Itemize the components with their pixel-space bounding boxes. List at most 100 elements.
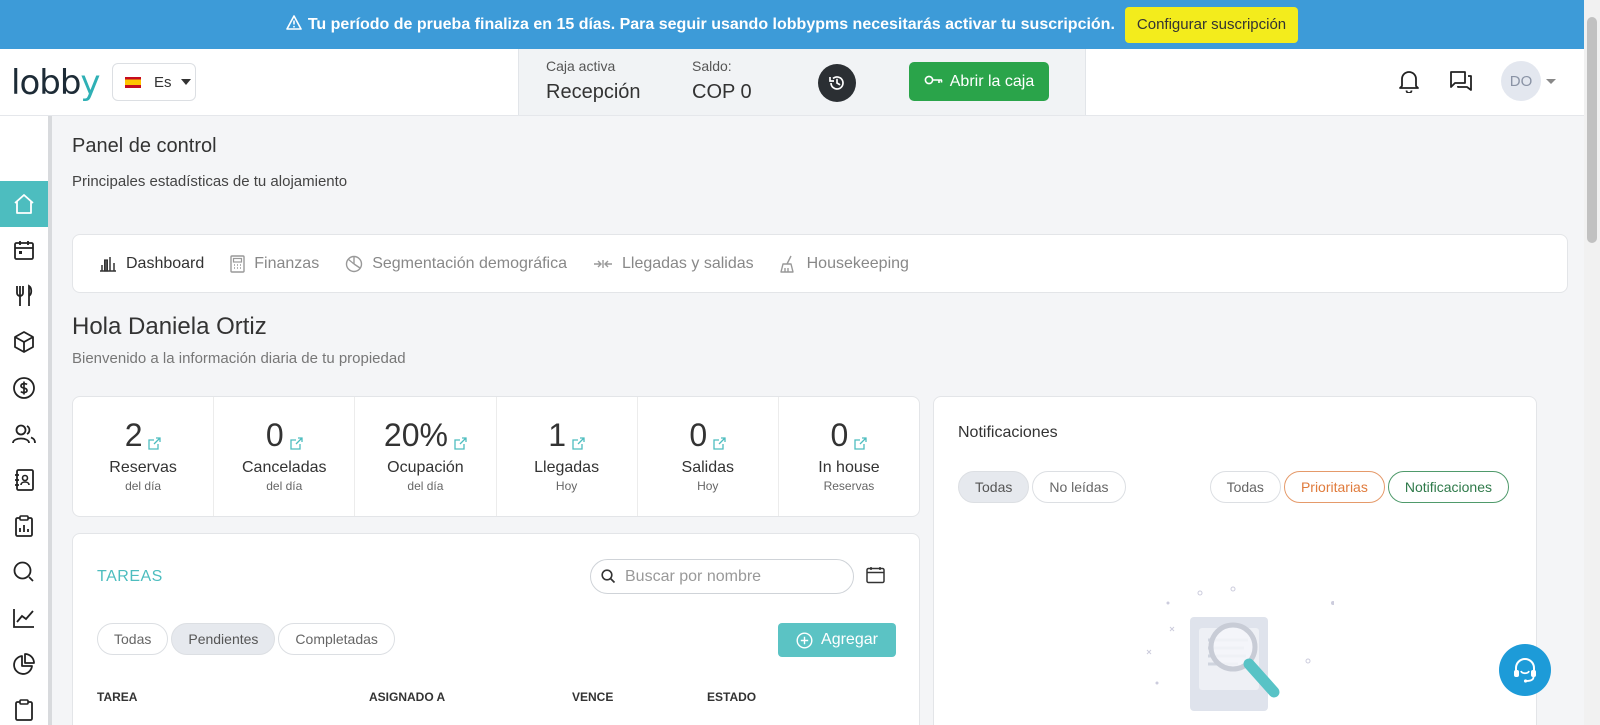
external-link-icon: [290, 421, 303, 458]
stat-ocupacion[interactable]: 20% Ocupación del día: [355, 397, 497, 516]
tasks-title: TAREAS: [97, 568, 163, 585]
page-title: Panel de control: [72, 135, 217, 157]
sidebar-item-home[interactable]: [0, 181, 48, 227]
tab-segmentacion[interactable]: Segmentación demográfica: [345, 255, 567, 273]
headset-icon: [1514, 658, 1536, 683]
greeting-title: Hola Daniela Ortiz: [72, 313, 267, 340]
filter-notifications[interactable]: Notificaciones: [1387, 471, 1509, 503]
stat-salidas[interactable]: 0 Salidas Hoy: [638, 397, 779, 516]
messages-button[interactable]: [1441, 61, 1481, 101]
external-link-icon: [454, 421, 467, 458]
dashboard-tabs: Dashboard Finanzas Segmentación demográf…: [72, 234, 1568, 293]
top-actions: DO: [1377, 61, 1556, 101]
notifications-panel: Notificaciones Todas No leídas Todas Pri…: [933, 396, 1537, 725]
chevron-down-icon[interactable]: [1546, 78, 1556, 84]
balance-label: Saldo:: [692, 58, 732, 74]
greeting-subtitle: Bienvenido a la información diaria de tu…: [72, 350, 406, 367]
language-selector[interactable]: Es: [112, 63, 196, 101]
users-icon: [12, 424, 36, 444]
search-input[interactable]: [625, 567, 845, 586]
sidebar-item-finances[interactable]: [0, 365, 48, 411]
notifications-button[interactable]: [1389, 61, 1429, 101]
language-label: Es: [154, 73, 172, 91]
search-icon: [13, 561, 34, 582]
open-register-button[interactable]: Abrir la caja: [909, 62, 1049, 101]
stat-canceladas[interactable]: 0 Canceladas del día: [214, 397, 356, 516]
chat-icon: [1450, 71, 1472, 91]
configure-subscription-button[interactable]: Configurar suscripción: [1124, 6, 1299, 43]
box-icon: [14, 331, 34, 353]
notifications-title: Notificaciones: [958, 424, 1058, 441]
filter-completed[interactable]: Completadas: [278, 623, 395, 655]
balance-value: COP 0: [692, 81, 752, 103]
pie-icon: [346, 255, 363, 272]
tab-housekeeping[interactable]: Housekeeping: [779, 255, 909, 273]
filter-all-types[interactable]: Todas: [1209, 471, 1281, 503]
filter-unread[interactable]: No leídas: [1032, 471, 1126, 503]
add-task-button[interactable]: Agregar: [778, 623, 896, 657]
filter-all[interactable]: Todas: [97, 623, 169, 655]
spain-flag-icon: [125, 76, 141, 88]
filter-all-read[interactable]: Todas: [958, 471, 1030, 503]
clipboard-report-icon: [15, 515, 33, 537]
sidebar-item-calendar[interactable]: [0, 227, 48, 273]
plus-circle-icon: [796, 631, 813, 649]
clipboard-icon: [15, 699, 33, 721]
task-filters: Todas Pendientes Completadas: [97, 623, 398, 655]
arrows-icon: [593, 259, 612, 268]
dollar-icon: [13, 377, 35, 399]
column-header: VENCE: [572, 690, 614, 704]
sidebar-item-guests[interactable]: [0, 411, 48, 457]
bar-chart-icon: [100, 256, 116, 272]
trial-banner: Tu período de prueba finaliza en 15 días…: [0, 0, 1584, 49]
task-search: [590, 559, 854, 594]
filter-pending[interactable]: Pendientes: [171, 623, 276, 655]
sidebar: [0, 116, 52, 725]
tasks-panel: TAREAS Todas Pendientes Completadas Agre…: [72, 533, 920, 725]
external-link-icon: [148, 421, 162, 458]
sidebar-item-search[interactable]: [0, 549, 48, 595]
type-filters: Todas Prioritarias Notificaciones: [1209, 471, 1512, 503]
scrollbar-thumb[interactable]: [1587, 17, 1597, 243]
sidebar-item-analytics[interactable]: [0, 641, 48, 687]
active-register-label: Caja activa: [546, 58, 616, 74]
sidebar-item-contacts[interactable]: [0, 457, 48, 503]
tab-finanzas[interactable]: Finanzas: [230, 255, 319, 273]
column-header: ASIGNADO A: [369, 690, 446, 704]
chevron-down-icon: [180, 79, 191, 85]
tab-llegadas-salidas[interactable]: Llegadas y salidas: [593, 255, 754, 273]
top-bar: lobby Es Caja activa Recepción Saldo: CO…: [0, 49, 1584, 116]
bell-icon: [1399, 71, 1419, 93]
external-link-icon: [854, 421, 867, 458]
active-register-value: Recepción: [546, 81, 641, 103]
support-chat-button[interactable]: [1499, 644, 1551, 696]
stat-in-house[interactable]: 0 In house Reservas: [779, 397, 919, 516]
daily-stats: 2 Reservas del día 0 Canceladas del día …: [72, 396, 920, 517]
page-scrollbar[interactable]: [1584, 0, 1600, 725]
sidebar-item-reports[interactable]: [0, 503, 48, 549]
external-link-icon: [572, 421, 585, 458]
contacts-icon: [15, 469, 34, 491]
warning-icon: [286, 15, 302, 34]
stat-llegadas[interactable]: 1 Llegadas Hoy: [497, 397, 638, 516]
history-icon: [829, 76, 844, 90]
empty-state-illustration: [1134, 572, 1335, 717]
logo[interactable]: lobby: [11, 63, 101, 103]
sidebar-item-restaurant[interactable]: [0, 273, 48, 319]
restaurant-icon: [16, 284, 33, 306]
broom-icon: [779, 255, 794, 273]
filter-priority[interactable]: Prioritarias: [1283, 471, 1385, 503]
sidebar-item-inventory[interactable]: [0, 319, 48, 365]
calendar-icon: [14, 241, 34, 260]
sidebar-item-tasks[interactable]: [0, 687, 48, 725]
history-button[interactable]: [818, 64, 856, 102]
date-filter-button[interactable]: [866, 566, 885, 589]
trial-message: Tu período de prueba finaliza en 15 días…: [307, 15, 1115, 33]
open-register-label: Abrir la caja: [949, 72, 1035, 90]
column-header: ESTADO: [707, 690, 757, 704]
calculator-icon: [230, 254, 245, 273]
tab-dashboard[interactable]: Dashboard: [99, 255, 204, 273]
avatar[interactable]: DO: [1501, 61, 1541, 101]
sidebar-item-statistics[interactable]: [0, 595, 48, 641]
stat-reservas[interactable]: 2 Reservas del día: [73, 397, 215, 516]
